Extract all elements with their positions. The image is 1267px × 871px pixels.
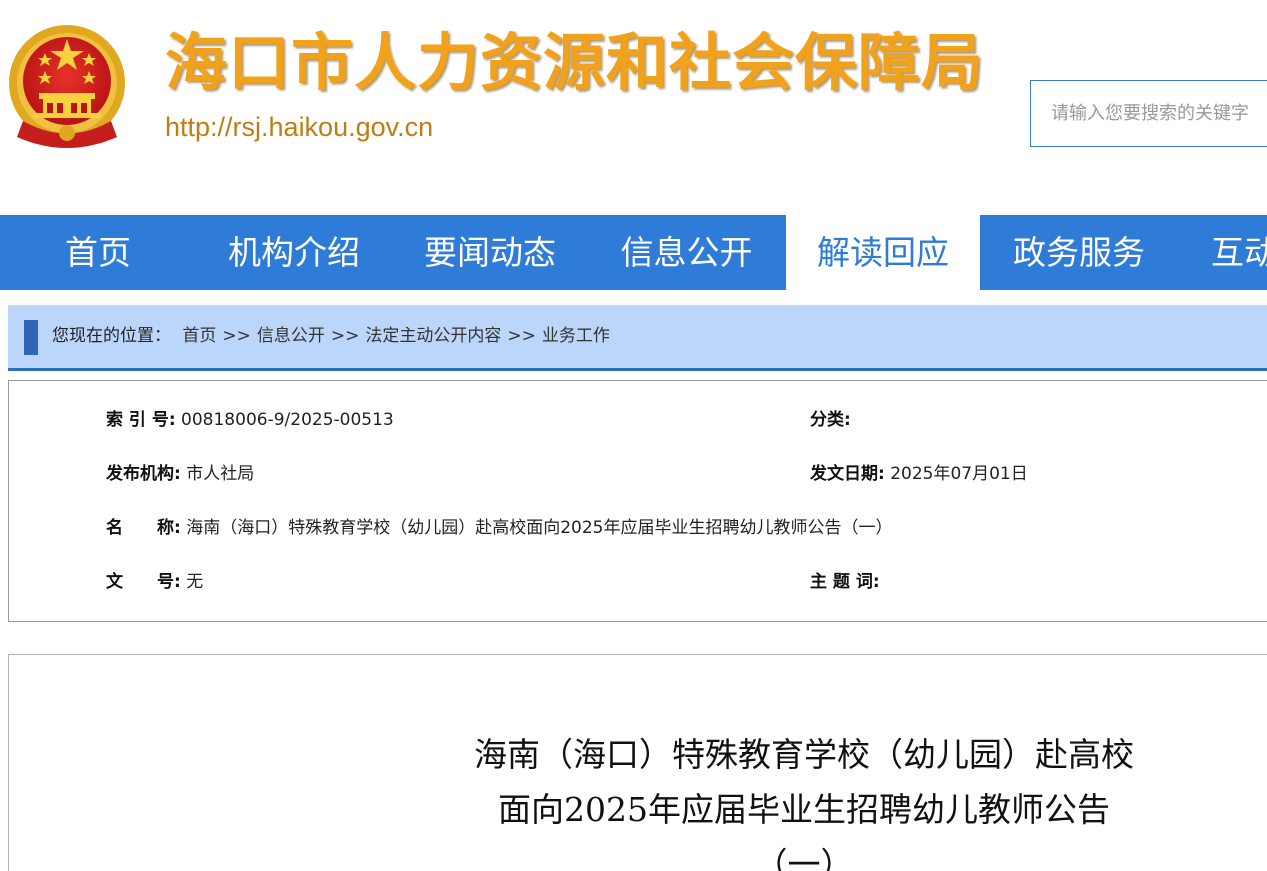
meta-publisher: 发布机构: 市人社局 — [106, 462, 254, 486]
nav-item-interaction[interactable]: 互动 — [1177, 215, 1267, 290]
meta-date-label: 发文日期: — [810, 464, 885, 484]
nav-item-news[interactable]: 要闻动态 — [392, 215, 588, 290]
site-title: 海口市人力资源和社会保障局 — [165, 26, 985, 99]
meta-docno: 文 号: 无 — [106, 570, 203, 594]
breadcrumb: 您现在的位置： 首页 >> 信息公开 >> 法定主动公开内容 >> 业务工作 — [8, 305, 1267, 371]
nav-item-home[interactable]: 首页 — [0, 215, 196, 290]
meta-category: 分类: — [810, 408, 851, 432]
nav-item-about[interactable]: 机构介绍 — [196, 215, 392, 290]
main-nav: 首页 机构介绍 要闻动态 信息公开 解读回应 政务服务 互动 — [0, 215, 1267, 290]
nav-item-disclosure[interactable]: 信息公开 — [588, 215, 785, 290]
meta-keywords-label: 主 题 词: — [810, 572, 880, 592]
meta-category-label: 分类: — [810, 410, 851, 430]
meta-index: 索 引 号: 00818006-9/2025-00513 — [106, 408, 394, 432]
meta-publisher-value: 市人社局 — [186, 464, 255, 484]
nav-item-interpretation[interactable]: 解读回应 — [786, 215, 980, 290]
article-title-line: 面向2025年应届毕业生招聘幼儿教师公告 — [498, 790, 1110, 829]
breadcrumb-marker — [24, 320, 38, 355]
meta-name: 名 称: 海南（海口）特殊教育学校（幼儿园）赴高校面向2025年应届毕业生招聘幼… — [106, 516, 892, 540]
meta-date: 发文日期: 2025年07月01日 — [810, 462, 1028, 486]
breadcrumb-item-home[interactable]: 首页 — [182, 326, 216, 346]
site-url[interactable]: http://rsj.haikou.gov.cn — [165, 112, 433, 143]
meta-name-label: 名 称: — [106, 518, 181, 538]
breadcrumb-text: 您现在的位置： 首页 >> 信息公开 >> 法定主动公开内容 >> 业务工作 — [52, 305, 610, 368]
article-title-line: 海南（海口）特殊教育学校（幼儿园）赴高校 — [474, 735, 1134, 774]
breadcrumb-separator: >> — [222, 326, 251, 346]
breadcrumb-item-business[interactable]: 业务工作 — [542, 326, 610, 346]
breadcrumb-item-statutory[interactable]: 法定主动公开内容 — [365, 326, 501, 346]
document-meta-table: 索 引 号: 00818006-9/2025-00513 分类: 发布机构: 市… — [8, 380, 1267, 622]
article-title: 海南（海口）特殊教育学校（幼儿园）赴高校 面向2025年应届毕业生招聘幼儿教师公… — [339, 727, 1267, 871]
national-emblem-icon — [5, 21, 129, 152]
article-title-line: （一） — [754, 845, 854, 871]
search-input[interactable] — [1031, 81, 1267, 146]
meta-publisher-label: 发布机构: — [106, 464, 181, 484]
meta-index-label: 索 引 号: — [106, 410, 176, 430]
meta-date-value: 2025年07月01日 — [890, 464, 1028, 484]
breadcrumb-separator: >> — [330, 326, 360, 346]
breadcrumb-separator: >> — [507, 326, 536, 346]
nav-item-services[interactable]: 政务服务 — [981, 215, 1177, 290]
meta-name-value: 海南（海口）特殊教育学校（幼儿园）赴高校面向2025年应届毕业生招聘幼儿教师公告… — [186, 518, 893, 538]
meta-keywords: 主 题 词: — [810, 570, 880, 594]
meta-docno-value: 无 — [186, 572, 204, 592]
article-content: 海南（海口）特殊教育学校（幼儿园）赴高校 面向2025年应届毕业生招聘幼儿教师公… — [8, 654, 1267, 871]
meta-docno-label: 文 号: — [106, 572, 181, 592]
search-box — [1030, 80, 1267, 147]
meta-index-value: 00818006-9/2025-00513 — [181, 410, 394, 430]
breadcrumb-prefix: 您现在的位置： — [52, 326, 171, 346]
breadcrumb-item-disclosure[interactable]: 信息公开 — [257, 326, 325, 346]
